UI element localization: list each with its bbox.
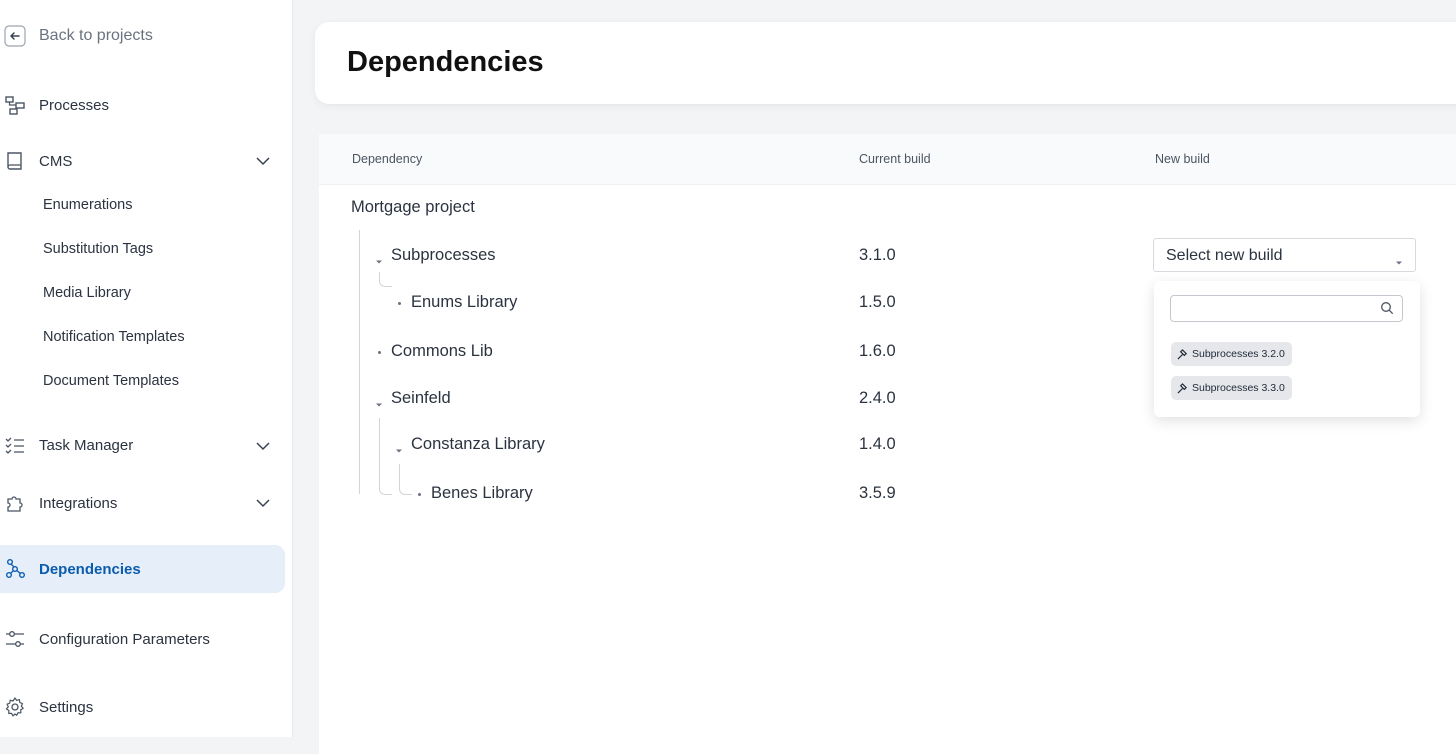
sidebar-item-integrations[interactable]: Integrations bbox=[0, 483, 293, 523]
current-build: 1.4.0 bbox=[859, 435, 896, 453]
dependency-name: Enums Library bbox=[411, 293, 518, 311]
column-header-new-build: New build bbox=[1155, 152, 1210, 166]
tree-guide-line bbox=[379, 272, 392, 287]
project-name: Mortgage project bbox=[351, 198, 475, 216]
dropdown-search-input[interactable] bbox=[1170, 295, 1403, 322]
caret-down-icon[interactable] bbox=[395, 442, 403, 453]
caret-down-icon[interactable] bbox=[375, 396, 383, 407]
sidebar-subitem-document-templates[interactable]: Document Templates bbox=[43, 369, 179, 393]
current-build: 2.4.0 bbox=[859, 389, 896, 407]
dropdown-option-label: Subprocesses 3.2.0 bbox=[1192, 348, 1285, 360]
chevron-down-icon[interactable] bbox=[254, 437, 272, 455]
book-icon bbox=[4, 150, 26, 172]
sidebar-item-settings[interactable]: Settings bbox=[0, 687, 293, 727]
sidebar-item-configuration-parameters[interactable]: Configuration Parameters bbox=[0, 619, 293, 659]
checklist-icon bbox=[4, 434, 26, 456]
column-header-current-build: Current build bbox=[859, 152, 931, 166]
sidebar-item-label: Configuration Parameters bbox=[39, 630, 210, 648]
leaf-dot-icon bbox=[378, 351, 381, 354]
new-build-dropdown: Subprocesses 3.2.0 Subprocesses 3.3.0 bbox=[1154, 281, 1420, 417]
sidebar-item-label: Processes bbox=[39, 96, 110, 114]
current-build: 3.5.9 bbox=[859, 484, 896, 502]
current-build: 1.5.0 bbox=[859, 293, 896, 311]
leaf-dot-icon bbox=[398, 302, 401, 305]
leaf-dot-icon bbox=[418, 493, 421, 496]
hammer-icon bbox=[1177, 382, 1188, 394]
search-icon bbox=[1380, 301, 1394, 315]
page-header: Dependencies bbox=[315, 22, 1456, 104]
dependencies-table: Dependency Current build New build Mortg… bbox=[319, 134, 1456, 754]
dependency-name: Commons Lib bbox=[391, 342, 493, 360]
caret-down-icon bbox=[1395, 253, 1403, 265]
dependencies-icon bbox=[4, 558, 26, 580]
puzzle-icon bbox=[4, 492, 26, 514]
sidebar-subitem-media-library[interactable]: Media Library bbox=[43, 281, 131, 305]
dropdown-option[interactable]: Subprocesses 3.3.0 bbox=[1171, 376, 1292, 400]
column-header-dependency: Dependency bbox=[352, 152, 423, 166]
table-header: Dependency Current build New build bbox=[319, 134, 1456, 185]
gear-icon bbox=[4, 696, 26, 718]
back-arrow-icon bbox=[4, 25, 26, 47]
dependency-name: Subprocesses bbox=[391, 246, 496, 264]
sidebar: Back to projects Processes CMS Enumerati… bbox=[0, 0, 293, 737]
chevron-down-icon[interactable] bbox=[254, 494, 272, 512]
hammer-icon bbox=[1177, 348, 1188, 360]
processes-icon bbox=[4, 94, 26, 116]
sidebar-item-processes[interactable]: Processes bbox=[0, 85, 293, 125]
dependency-name: Seinfeld bbox=[391, 389, 451, 407]
page-title: Dependencies bbox=[347, 46, 544, 78]
back-to-projects-link[interactable]: Back to projects bbox=[0, 16, 293, 56]
tree-guide-line bbox=[399, 464, 412, 495]
dependency-name: Benes Library bbox=[431, 484, 533, 502]
sidebar-subitem-notification-templates[interactable]: Notification Templates bbox=[43, 325, 185, 349]
dropdown-option-label: Subprocesses 3.3.0 bbox=[1192, 382, 1285, 394]
back-to-projects-label: Back to projects bbox=[39, 27, 153, 44]
new-build-select[interactable]: Select new build bbox=[1153, 238, 1416, 272]
caret-down-icon[interactable] bbox=[375, 253, 383, 264]
sidebar-item-label: Integrations bbox=[39, 494, 118, 512]
sliders-icon bbox=[4, 628, 26, 650]
sidebar-item-cms[interactable]: CMS bbox=[0, 141, 293, 181]
dropdown-option[interactable]: Subprocesses 3.2.0 bbox=[1171, 342, 1292, 366]
sidebar-subitem-enumerations[interactable]: Enumerations bbox=[43, 193, 132, 217]
sidebar-item-task-manager[interactable]: Task Manager bbox=[0, 425, 293, 465]
sidebar-item-label: Dependencies bbox=[39, 560, 141, 578]
current-build: 1.6.0 bbox=[859, 342, 896, 360]
sidebar-item-label: Settings bbox=[39, 698, 94, 716]
sidebar-subitem-substitution-tags[interactable]: Substitution Tags bbox=[43, 237, 153, 261]
current-build: 3.1.0 bbox=[859, 246, 896, 264]
tree-guide-line bbox=[379, 418, 392, 495]
select-placeholder: Select new build bbox=[1166, 247, 1283, 264]
chevron-down-icon[interactable] bbox=[254, 152, 272, 170]
tree-guide-line bbox=[359, 230, 360, 494]
sidebar-item-label: Task Manager bbox=[39, 436, 134, 454]
sidebar-item-dependencies[interactable]: Dependencies bbox=[0, 549, 293, 589]
dependency-name: Constanza Library bbox=[411, 435, 545, 453]
sidebar-item-label: CMS bbox=[39, 152, 73, 170]
